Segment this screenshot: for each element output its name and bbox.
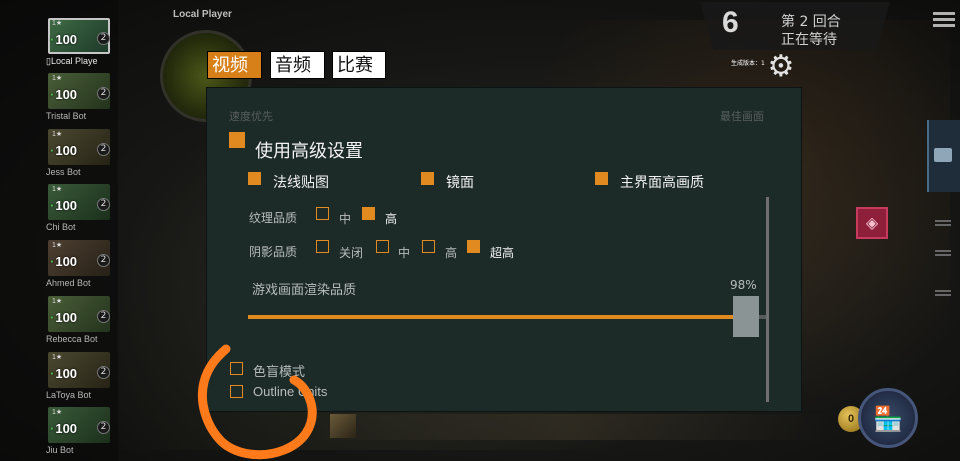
player-card[interactable]: 1★ ·100 2 Jiu Bot [46,405,112,457]
speed-priority-label: 速度优先 [229,110,273,123]
bench-unit[interactable] [330,414,356,438]
texture-quality-label: 纹理品质 [249,211,298,225]
player-star: 1★ [52,75,63,82]
player-hp: ·100 [50,310,78,325]
shadow-off-checkbox[interactable] [316,240,329,253]
round-label: 第 2 回合 [781,14,841,30]
player-name: LaToya Bot [46,390,92,400]
player-name: ▯Local Playe [46,56,98,66]
player-name: Chi Bot [46,222,76,232]
player-name: Tristal Bot [46,111,87,121]
shop-icon[interactable]: 🏪 [858,388,918,448]
player-card[interactable]: 1★ ·100 2 Jess Bot [46,127,112,179]
round-status: 正在等待 [781,32,837,48]
specular-checkbox[interactable] [421,172,434,185]
render-quality-slider-thumb[interactable] [733,296,759,337]
player-card[interactable]: 1★ ·100 2 Tristal Bot [46,71,112,123]
circle-annotation [197,344,317,460]
shadow-quality-label: 阴影品质 [249,245,298,259]
player-star: 1★ [52,298,63,305]
player-level: 2 [97,366,110,379]
main-ui-hq-label: 主界面高画质 [620,175,704,191]
player-hp: ·100 [50,254,78,269]
player-level: 2 [97,143,110,156]
shadow-ultra-checkbox[interactable] [467,240,480,253]
texture-high-checkbox[interactable] [362,207,375,220]
tab-video[interactable]: 视频 [207,51,262,79]
shadow-high-label: 高 [445,246,458,260]
player-card[interactable]: 1★ ·100 2 Ahmed Bot [46,238,112,290]
normal-map-label: 法线贴图 [273,175,329,191]
render-quality-value: 98% [730,278,757,292]
player-level: 2 [97,32,110,45]
player-star: 1★ [52,242,63,249]
player-star: 1★ [52,20,63,27]
texture-medium-label: 中 [339,212,352,226]
hamburger-icon[interactable] [933,8,955,30]
texture-high-label: 高 [385,212,398,226]
shadow-off-label: 关闭 [339,246,364,260]
player-hp: ·100 [50,198,78,213]
player-level: 2 [97,421,110,434]
player-card[interactable]: 1★ ·100 2 LaToya Bot [46,350,112,402]
player-card[interactable]: 1★ ·100 2 ▯Local Playe [46,16,112,68]
settings-scrollbar[interactable] [766,197,769,402]
shadow-ultra-label: 超高 [490,246,515,260]
player-hp: ·100 [50,421,78,436]
player-star: 1★ [52,131,63,138]
player-level: 2 [97,254,110,267]
player-star: 1★ [52,354,63,361]
player-name: Ahmed Bot [46,278,91,288]
player-level: 2 [97,198,110,211]
player-card[interactable]: 1★ ·100 2 Rebecca Bot [46,294,112,346]
gear-icon[interactable]: ⚙ [766,52,796,82]
player-hp: ·100 [50,143,78,158]
bench-strip [310,414,830,440]
render-quality-label: 游戏画面渲染品质 [252,283,357,298]
specular-label: 镜面 [446,175,474,191]
player-name: Jiu Bot [46,445,74,455]
player-level: 2 [97,310,110,323]
shadow-medium-checkbox[interactable] [376,240,389,253]
player-hp: ·100 [50,87,78,102]
player-name: Rebecca Bot [46,334,98,344]
normal-map-checkbox[interactable] [248,172,261,185]
round-number: 6 [722,6,739,39]
card-icon [934,148,952,162]
player-hp: ·100 [50,32,78,47]
player-hp: ·100 [50,366,78,381]
side-menu-markers [935,220,951,320]
local-player-label: Local Player [173,9,232,20]
player-name: Jess Bot [46,167,81,177]
main-ui-hq-checkbox[interactable] [595,172,608,185]
shadow-high-checkbox[interactable] [422,240,435,253]
item-slot-icon[interactable]: ◈ [856,207,888,239]
tab-match[interactable]: 比赛 [332,51,386,79]
player-star: 1★ [52,186,63,193]
build-version: 生成版本：1 [731,60,765,67]
shadow-medium-label: 中 [398,246,411,260]
advanced-settings-label: 使用高级设置 [255,141,363,162]
render-quality-slider-fill[interactable] [248,315,738,319]
best-quality-label: 最佳画面 [720,110,764,123]
texture-medium-checkbox[interactable] [316,207,329,220]
player-star: 1★ [52,409,63,416]
advanced-settings-checkbox[interactable] [229,132,245,148]
tab-audio[interactable]: 音频 [270,51,325,79]
player-level: 2 [97,87,110,100]
player-card[interactable]: 1★ ·100 2 Chi Bot [46,182,112,234]
